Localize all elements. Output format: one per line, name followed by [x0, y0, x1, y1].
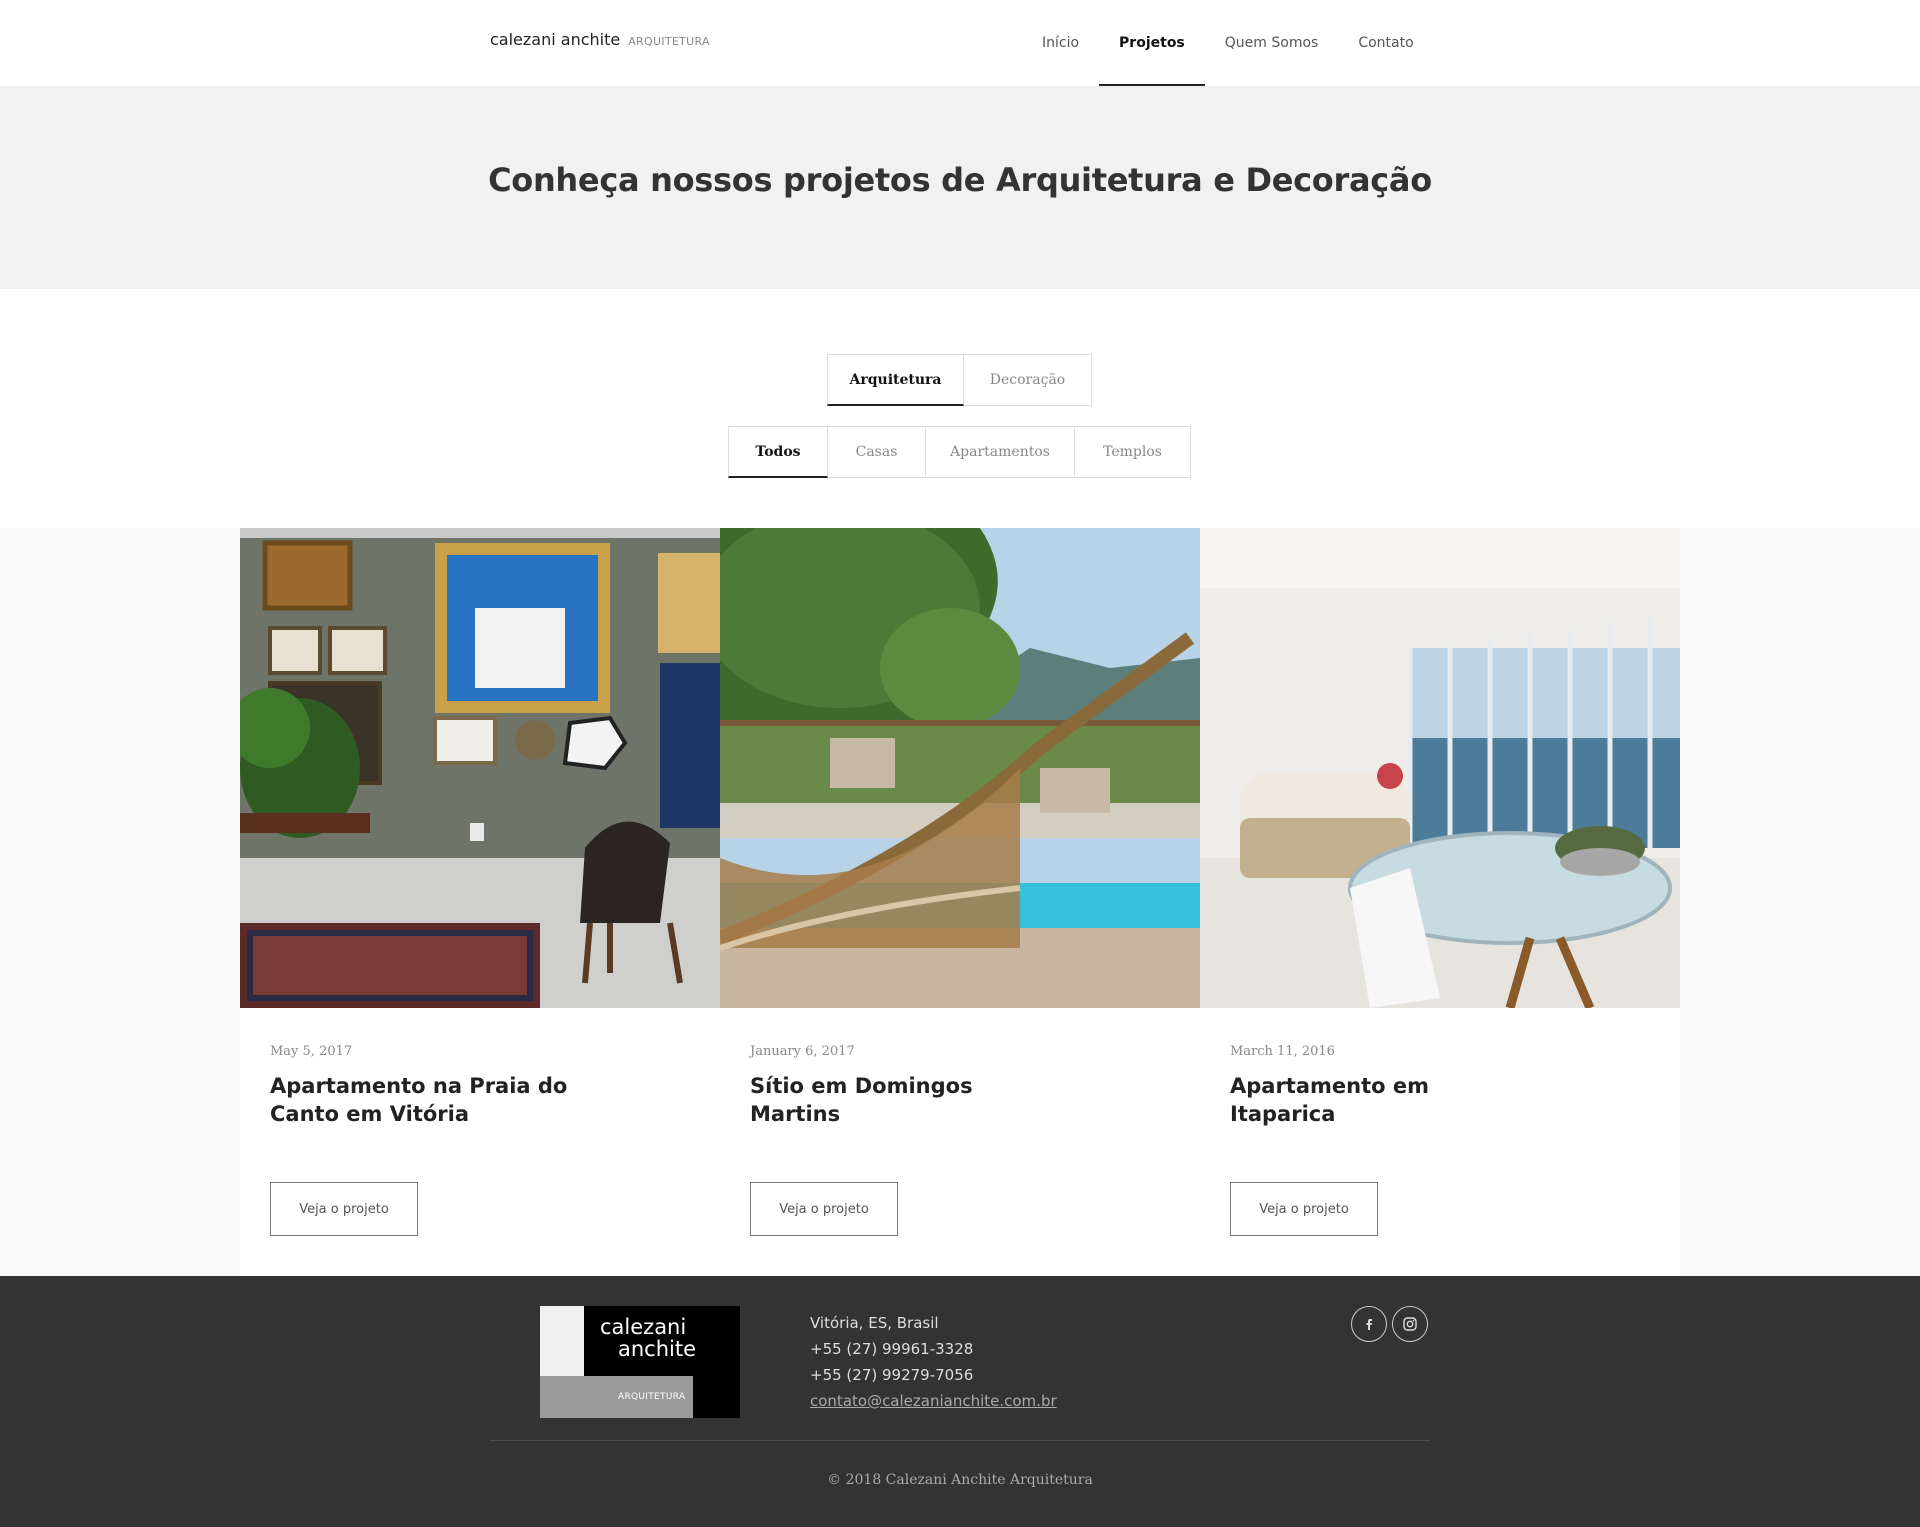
- logo-subtitle: ARQUITETURA: [628, 35, 710, 48]
- footer-logo-line2: anchite: [618, 1337, 697, 1361]
- site-header: calezani anchite ARQUITETURA Início Proje…: [0, 0, 1920, 86]
- footer-copyright: © 2018 Calezani Anchite Arquitetura: [827, 1472, 1093, 1488]
- category-tabs: Arquitetura Decoração: [827, 354, 1092, 406]
- project-card: March 11, 2016 Apartamento em Itaparica …: [1200, 528, 1680, 1276]
- tab-arquitetura[interactable]: Arquitetura: [827, 354, 964, 406]
- instagram-icon: [1403, 1317, 1417, 1331]
- footer-logo-subtitle: ARQUITETURA: [618, 1392, 686, 1402]
- project-date: May 5, 2017: [270, 1044, 353, 1059]
- project-image[interactable]: [240, 528, 720, 1008]
- project-title[interactable]: Apartamento em Itaparica: [1230, 1072, 1530, 1128]
- view-project-button[interactable]: Veja o projeto: [750, 1182, 898, 1236]
- footer-logo[interactable]: calezani anchite ARQUITETURA: [540, 1306, 740, 1418]
- footer-divider: [490, 1440, 1430, 1441]
- view-project-button[interactable]: Veja o projeto: [270, 1182, 418, 1236]
- facebook-icon: [1366, 1319, 1372, 1330]
- project-date: March 11, 2016: [1230, 1044, 1335, 1059]
- project-image[interactable]: [1200, 528, 1680, 1008]
- footer-phone-1[interactable]: +55 (27) 99961-3328: [810, 1336, 1057, 1362]
- page-title: Conheça nossos projetos de Arquitetura e…: [488, 160, 1432, 199]
- site-logo[interactable]: calezani anchite ARQUITETURA: [490, 30, 710, 49]
- footer-logo-line1: calezani: [600, 1315, 687, 1339]
- tab-templos[interactable]: Templos: [1075, 426, 1191, 478]
- project-image[interactable]: [720, 528, 1200, 1008]
- nav-item-contato[interactable]: Contato: [1338, 0, 1433, 86]
- project-card: January 6, 2017 Sítio em Domingos Martin…: [720, 528, 1200, 1276]
- hero-banner: Conheça nossos projetos de Arquitetura e…: [0, 86, 1920, 289]
- project-title[interactable]: Apartamento na Praia do Canto em Vitória: [270, 1072, 570, 1128]
- footer-logo-block-light: [540, 1306, 584, 1376]
- facebook-link[interactable]: [1351, 1306, 1387, 1342]
- project-title[interactable]: Sítio em Domingos Martins: [750, 1072, 1050, 1128]
- tab-decoracao[interactable]: Decoração: [964, 354, 1092, 406]
- tab-casas[interactable]: Casas: [828, 426, 926, 478]
- tab-apartamentos[interactable]: Apartamentos: [926, 426, 1075, 478]
- main-nav: Início Projetos Quem Somos Contato: [1022, 0, 1434, 86]
- filter-tabs: Todos Casas Apartamentos Templos: [728, 426, 1191, 478]
- project-date: January 6, 2017: [750, 1044, 855, 1059]
- footer-location: Vitória, ES, Brasil: [810, 1314, 939, 1332]
- tab-todos[interactable]: Todos: [728, 426, 828, 478]
- nav-item-projetos[interactable]: Projetos: [1099, 0, 1205, 86]
- nav-item-quem-somos[interactable]: Quem Somos: [1205, 0, 1339, 86]
- site-footer: calezani anchite ARQUITETURA Vitória, ES…: [0, 1276, 1920, 1527]
- project-card: May 5, 2017 Apartamento na Praia do Cant…: [240, 528, 720, 1276]
- footer-email-link[interactable]: contato@calezanianchite.com.br: [810, 1388, 1057, 1414]
- instagram-link[interactable]: [1392, 1306, 1428, 1342]
- nav-item-inicio[interactable]: Início: [1022, 0, 1099, 86]
- footer-phone-2[interactable]: +55 (27) 99279-7056: [810, 1362, 1057, 1388]
- logo-name: calezani anchite: [490, 30, 621, 49]
- footer-contact: Vitória, ES, Brasil +55 (27) 99961-3328 …: [810, 1310, 1057, 1414]
- view-project-button[interactable]: Veja o projeto: [1230, 1182, 1378, 1236]
